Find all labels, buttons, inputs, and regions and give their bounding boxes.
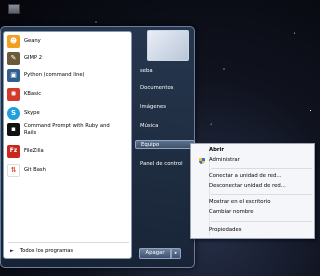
- context-separator: [211, 221, 312, 222]
- programs-divider: [8, 242, 129, 243]
- program-label: Python (command line): [24, 72, 85, 79]
- skype-icon: S: [7, 107, 20, 120]
- context-menu: Abrir Administrar Conectar a unidad de r…: [190, 143, 315, 239]
- context-separator: [211, 168, 312, 169]
- all-programs-label: Todos los programas: [19, 248, 74, 254]
- program-item-filezilla[interactable]: Fz FileZilla: [7, 145, 131, 158]
- program-item-gimp[interactable]: ✎ GIMP 2: [7, 52, 131, 65]
- program-label: GIMP 2: [24, 55, 43, 62]
- program-item-ruby-prompt[interactable]: ▪ Command Prompt with Ruby and Rails: [7, 123, 131, 136]
- ctx-show-desktop[interactable]: Mostrar en el escritorio: [193, 198, 313, 207]
- program-item-python[interactable]: ▣ Python (command line): [7, 69, 131, 82]
- program-item-kbasic[interactable]: ✺ KBasic: [7, 88, 131, 101]
- ctx-manage[interactable]: Administrar: [193, 156, 313, 165]
- desktop-shortcut-icon[interactable]: [8, 4, 20, 14]
- program-item-git-bash[interactable]: ⇅ Git Bash: [7, 164, 131, 177]
- chevron-right-icon: ►: [10, 248, 14, 254]
- ctx-open[interactable]: Abrir: [193, 146, 313, 155]
- images-link[interactable]: Imágenes: [139, 103, 189, 112]
- gimp-icon: ✎: [7, 52, 20, 65]
- program-label: FileZilla: [24, 148, 44, 155]
- program-label: KBasic: [24, 91, 42, 98]
- programs-panel: ☻ Geany ✎ GIMP 2 ▣ Python (command line)…: [3, 31, 132, 259]
- geany-icon: ☻: [7, 35, 20, 48]
- shutdown-options-button[interactable]: ▸: [171, 248, 181, 259]
- python-icon: ▣: [7, 69, 20, 82]
- kbasic-icon: ✺: [7, 88, 20, 101]
- program-item-geany[interactable]: ☻ Geany: [7, 35, 131, 48]
- all-programs-button[interactable]: ► Todos los programas: [10, 248, 73, 254]
- ctx-manage-label: Administrar: [209, 157, 240, 163]
- filezilla-icon: Fz: [7, 145, 20, 158]
- computer-link[interactable]: Equipo: [135, 140, 195, 149]
- ctx-rename[interactable]: Cambiar nombre: [193, 208, 313, 217]
- ctx-disconnect-drive[interactable]: Desconectar unidad de red...: [193, 182, 313, 191]
- uac-shield-icon: [199, 158, 205, 164]
- documents-link[interactable]: Documentos: [139, 84, 189, 93]
- program-label: Command Prompt with Ruby and Rails: [24, 123, 110, 136]
- user-picture[interactable]: [147, 30, 189, 61]
- ruby-prompt-icon: ▪: [7, 123, 20, 136]
- ctx-properties[interactable]: Propiedades: [193, 226, 313, 235]
- git-bash-icon: ⇅: [7, 164, 20, 177]
- shutdown-button[interactable]: Apagar: [139, 248, 171, 259]
- context-separator: [211, 194, 312, 195]
- program-item-skype[interactable]: S Skype: [7, 107, 131, 120]
- ctx-map-drive[interactable]: Conectar a unidad de red...: [193, 172, 313, 181]
- user-name-link[interactable]: seba: [139, 67, 189, 76]
- program-label: Skype: [24, 110, 40, 117]
- program-label: Geany: [24, 38, 41, 45]
- control-panel-link[interactable]: Panel de control: [139, 160, 189, 169]
- music-link[interactable]: Música: [139, 122, 189, 131]
- program-label: Git Bash: [24, 167, 46, 174]
